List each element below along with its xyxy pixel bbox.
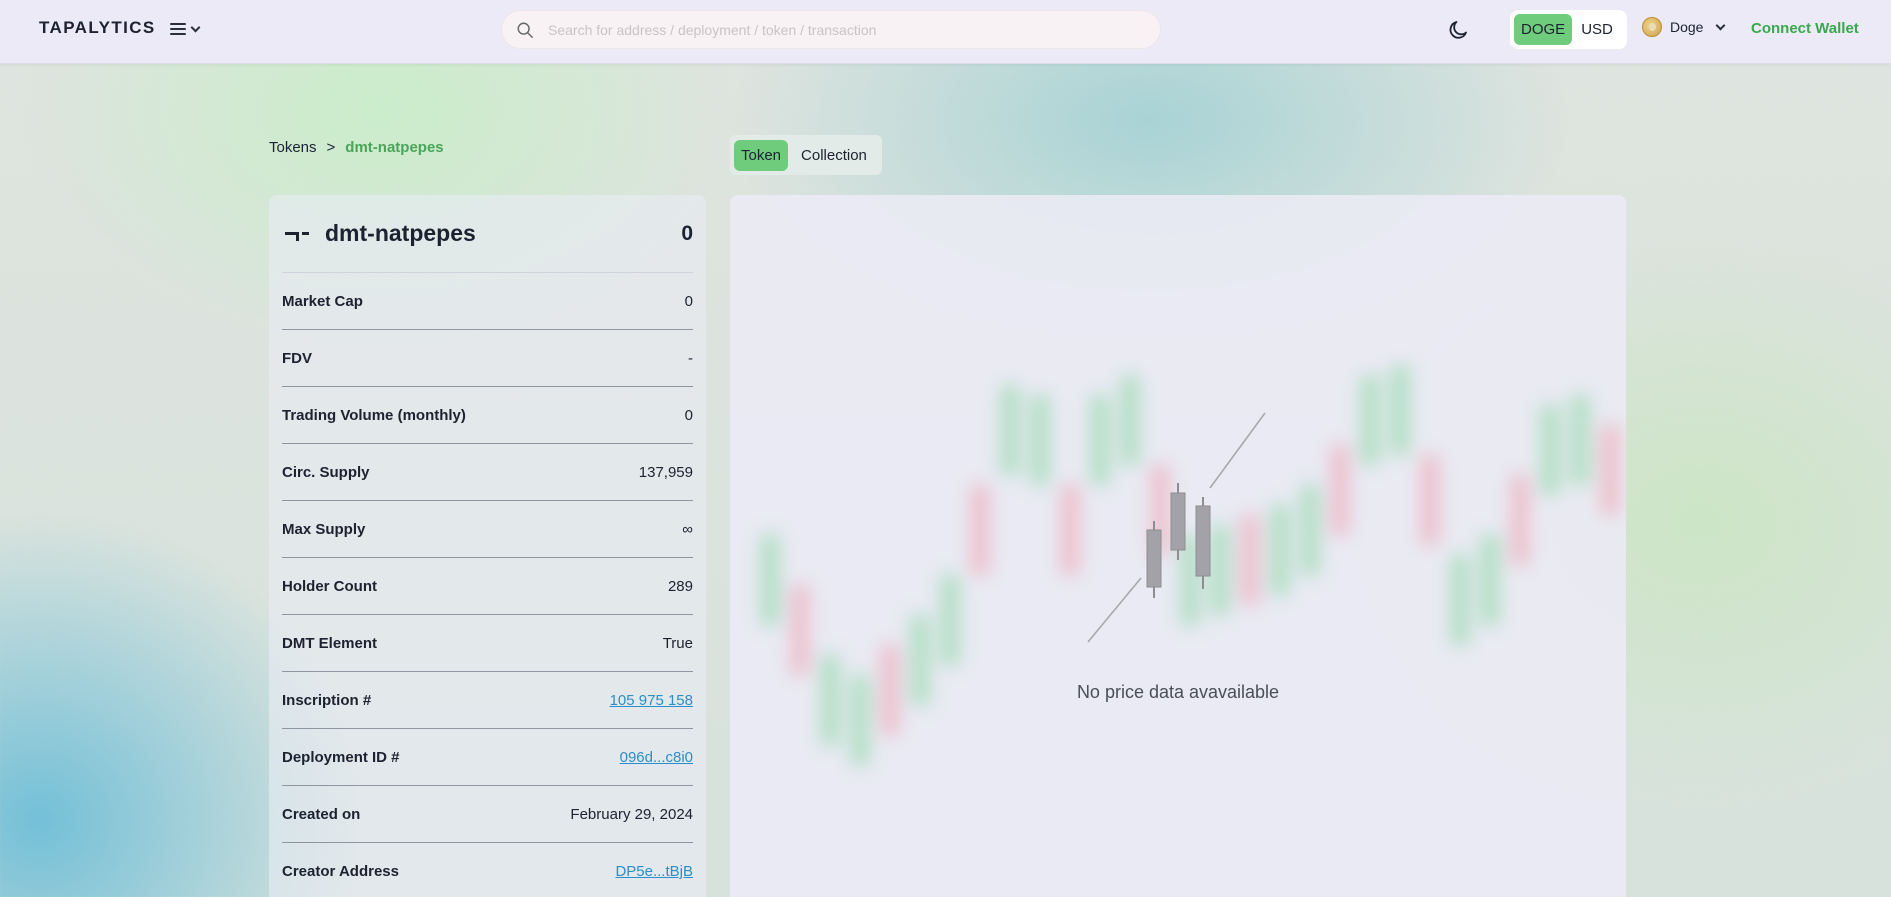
stat-row: Trading Volume (monthly) 0 [282, 387, 693, 444]
stat-value-link[interactable]: 096d...c8i0 [620, 749, 693, 766]
stat-label: DMT Element [282, 634, 378, 652]
search-bar [501, 10, 1161, 49]
breadcrumb-current: dmt-natpepes [345, 139, 444, 156]
stat-label: Max Supply [282, 520, 366, 538]
token-name: dmt-natpepes [325, 220, 476, 246]
currency-usd-button[interactable]: USD [1574, 14, 1620, 45]
stat-row: Max Supply ∞ [282, 501, 693, 558]
stat-label: Inscription # [282, 691, 372, 709]
stat-value: - [688, 349, 693, 367]
chevron-down-icon [1716, 20, 1726, 30]
tapalytics-logo[interactable]: TAPALYTICS [39, 18, 156, 38]
stat-label: Created on [282, 805, 361, 823]
stat-row: Holder Count 289 [282, 558, 693, 615]
stat-value-link[interactable]: 105 975 158 [610, 692, 693, 709]
price-chart-panel: No price data avavailable [730, 195, 1626, 897]
stat-row: Inscription # 105 975 158 [282, 672, 693, 729]
stat-label: Market Cap [282, 292, 363, 310]
token-stats-list: Market Cap 0 FDV - Trading Volume (monthly) 0… [282, 273, 693, 897]
stat-row: Created on February 29, 2024 [282, 786, 693, 843]
stat-value: February 29, 2024 [570, 805, 693, 823]
search-input[interactable] [548, 11, 1148, 48]
chain-selector[interactable]: Doge [1642, 17, 1726, 37]
token-info-card: dmt-natpepes 0 Market Cap 0 FDV - Trading Vo… [269, 195, 706, 897]
currency-doge-button[interactable]: DOGE [1514, 14, 1573, 45]
breadcrumb-tokens-link[interactable]: Tokens [269, 139, 317, 156]
stat-label: Deployment ID # [282, 748, 400, 766]
breadcrumb-separator: > [326, 139, 336, 156]
stat-value: True [662, 634, 693, 652]
stat-row: Circ. Supply 137,959 [282, 444, 693, 501]
no-price-data-message: No price data avavailable [1076, 682, 1280, 702]
tab-token[interactable]: Token [734, 139, 789, 171]
main-menu-button[interactable] [170, 18, 210, 40]
stat-row: Market Cap 0 [282, 273, 693, 330]
candlestick-placeholder-icon [1087, 412, 1266, 643]
stat-value: 0 [684, 406, 693, 424]
stat-row: FDV - [282, 330, 693, 387]
stat-label: Circ. Supply [282, 463, 370, 481]
hamburger-icon [170, 23, 186, 35]
token-header: dmt-natpepes 0 [282, 195, 693, 273]
stat-label: Creator Address [282, 863, 399, 880]
stat-row: Creator Address DP5e...tBjB [282, 843, 693, 897]
top-navbar: TAPALYTICS DOGE USD Doge Connect Wallet [0, 0, 1891, 64]
stat-label: Holder Count [282, 577, 377, 595]
breadcrumb: Tokens > dmt-natpepes [269, 139, 444, 156]
connect-wallet-button[interactable]: Connect Wallet [1751, 20, 1859, 37]
stat-label: Trading Volume (monthly) [282, 406, 466, 424]
stat-value-link[interactable]: DP5e...tBjB [615, 863, 693, 880]
tab-collection[interactable]: Collection [794, 140, 874, 171]
stat-value: 137,959 [638, 463, 693, 481]
stat-row: DMT Element True [282, 615, 693, 672]
token-logo-icon [285, 227, 309, 241]
search-icon [517, 22, 533, 38]
stat-value: 289 [667, 577, 693, 595]
currency-toggle: DOGE USD [1510, 10, 1627, 49]
chevron-down-icon [190, 22, 201, 32]
dark-mode-toggle-icon[interactable] [1446, 18, 1470, 42]
token-price: 0 [681, 221, 693, 245]
stat-row: Deployment ID # 096d...c8i0 [282, 729, 693, 786]
stat-value: 0 [684, 292, 693, 310]
view-tabs: Token Collection [730, 135, 882, 175]
stat-label: FDV [282, 349, 312, 367]
stat-value: ∞ [682, 520, 693, 538]
chain-label: Doge [1670, 19, 1704, 35]
doge-coin-icon [1642, 17, 1662, 37]
